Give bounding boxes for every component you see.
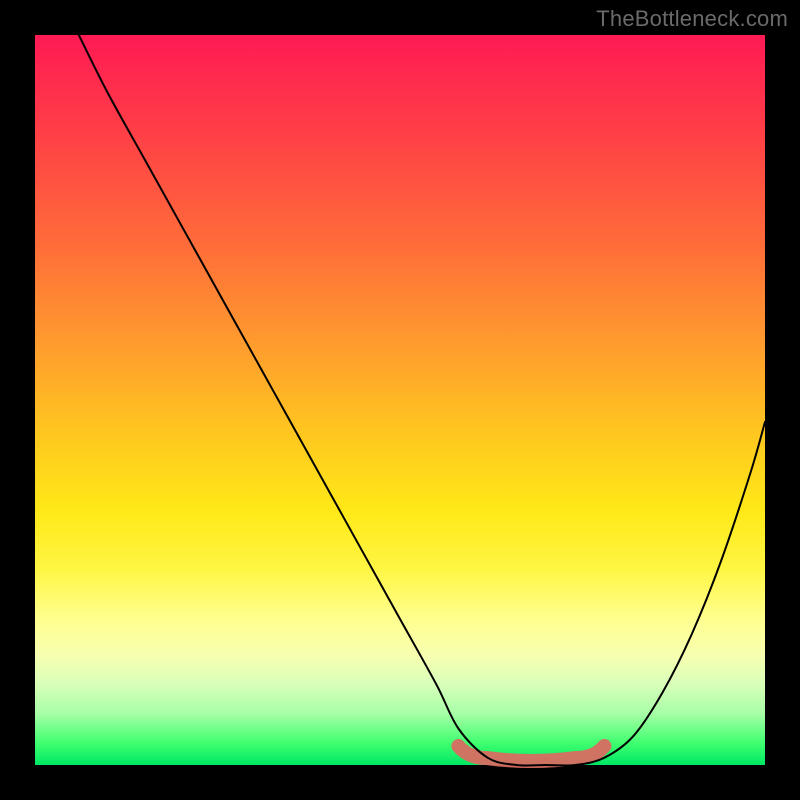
curve-svg [35, 35, 765, 765]
chart-frame: TheBottleneck.com [0, 0, 800, 800]
plot-area [35, 35, 765, 765]
bottleneck-curve-line [79, 35, 765, 766]
watermark-text: TheBottleneck.com [596, 6, 788, 32]
